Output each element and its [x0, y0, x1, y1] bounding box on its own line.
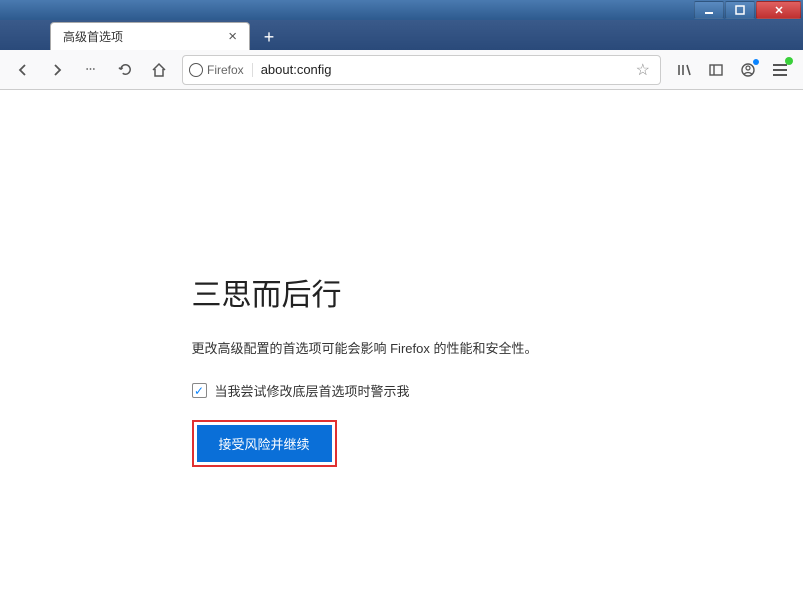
- maximize-button[interactable]: [725, 1, 755, 19]
- url-bar[interactable]: Firefox ☆: [182, 55, 661, 85]
- navigation-toolbar: ⋯ Firefox ☆: [0, 50, 803, 90]
- minimize-button[interactable]: [694, 1, 724, 19]
- accept-risk-button[interactable]: 接受风险并继续: [197, 425, 332, 462]
- back-button[interactable]: [8, 55, 38, 85]
- warning-container: 三思而后行 更改高级配置的首选项可能会影响 Firefox 的性能和安全性。 ✓…: [192, 270, 612, 467]
- account-icon[interactable]: [733, 55, 763, 85]
- window-controls: [693, 1, 801, 19]
- identity-box[interactable]: Firefox: [189, 63, 253, 77]
- warning-checkbox-row[interactable]: ✓ 当我尝试修改底层首选项时警示我: [192, 381, 612, 400]
- identity-label: Firefox: [207, 63, 244, 77]
- tab-strip: 高级首选项 × +: [0, 20, 803, 50]
- close-button[interactable]: [756, 1, 801, 19]
- sidebar-icon[interactable]: [701, 55, 731, 85]
- tab-title: 高级首选项: [63, 28, 123, 45]
- button-highlight: 接受风险并继续: [192, 420, 337, 467]
- notification-dot-icon: [753, 59, 759, 65]
- browser-window: 高级首选项 × + ⋯ Firefox ☆: [0, 0, 803, 615]
- forward-button[interactable]: [42, 55, 72, 85]
- new-tab-button[interactable]: +: [254, 24, 284, 50]
- hamburger-icon: [773, 64, 787, 76]
- url-input[interactable]: [261, 62, 632, 77]
- library-icon[interactable]: [669, 55, 699, 85]
- page-content: 三思而后行 更改高级配置的首选项可能会影响 Firefox 的性能和安全性。 ✓…: [0, 90, 803, 615]
- checkbox-icon[interactable]: ✓: [192, 383, 207, 398]
- menu-button[interactable]: [765, 55, 795, 85]
- reload-button[interactable]: [110, 55, 140, 85]
- warning-description: 更改高级配置的首选项可能会影响 Firefox 的性能和安全性。: [192, 338, 612, 357]
- window-titlebar: [0, 0, 803, 20]
- history-dropdown-button[interactable]: ⋯: [76, 55, 106, 85]
- toolbar-right: [669, 55, 795, 85]
- tab-close-icon[interactable]: ×: [224, 28, 241, 45]
- bookmark-star-icon[interactable]: ☆: [632, 60, 654, 80]
- firefox-icon: [189, 63, 203, 77]
- warning-title: 三思而后行: [192, 270, 612, 314]
- update-dot-icon: [785, 57, 793, 65]
- home-button[interactable]: [144, 55, 174, 85]
- checkbox-label: 当我尝试修改底层首选项时警示我: [215, 381, 410, 400]
- browser-tab[interactable]: 高级首选项 ×: [50, 22, 250, 50]
